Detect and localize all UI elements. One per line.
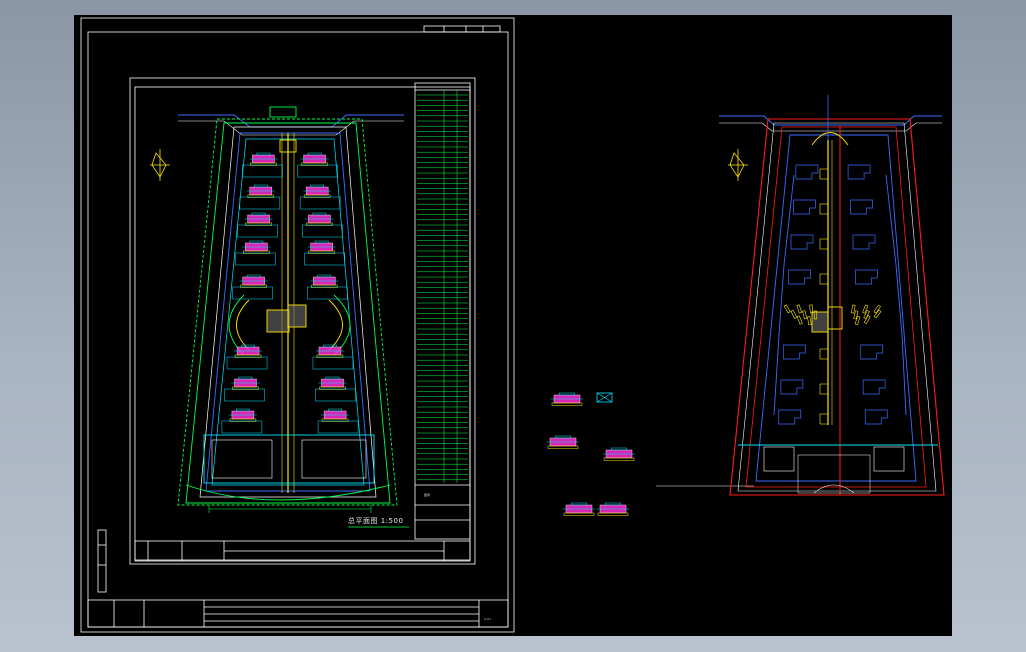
- building-unit: [300, 152, 329, 166]
- right-site-plan: [719, 95, 945, 496]
- path-node: [819, 168, 829, 180]
- building-unit: [228, 408, 257, 422]
- fan-mark: [807, 316, 812, 326]
- yard-outline: [304, 252, 345, 266]
- left-buildings: [221, 152, 359, 434]
- building-outline: [852, 234, 876, 250]
- left-site-plan: [177, 106, 404, 513]
- fan-mark: [850, 304, 856, 314]
- building-unit: [563, 502, 595, 516]
- building-outline: [847, 164, 871, 180]
- right-compass: [728, 149, 748, 181]
- building-unit: [231, 376, 260, 390]
- path-node: [819, 348, 829, 360]
- drawing-canvas[interactable]: [74, 15, 952, 636]
- building-unit: [551, 392, 583, 406]
- building-outline: [795, 164, 819, 180]
- building-outline: [855, 269, 878, 285]
- building-unit: [244, 212, 273, 226]
- path-node: [819, 203, 829, 215]
- building-outline: [782, 344, 806, 360]
- building-outline: [862, 379, 886, 395]
- schedule-table: [414, 82, 471, 540]
- fan-mark: [783, 304, 791, 314]
- yard-outline: [299, 196, 341, 210]
- building-unit: [321, 408, 350, 422]
- path-node: [819, 413, 829, 425]
- title-block: [87, 599, 509, 628]
- building-outline: [864, 409, 888, 425]
- left-compass: [150, 149, 170, 181]
- building-outline: [780, 379, 804, 395]
- building-outline: [860, 344, 884, 360]
- yard-outline: [317, 420, 359, 434]
- top-tag: [423, 25, 501, 33]
- cad-viewport[interactable]: 总平面图 1:500 图例 C-01: [74, 15, 952, 636]
- building-outline: [850, 199, 873, 215]
- building-unit: [597, 502, 629, 516]
- yard-outline: [297, 164, 338, 178]
- yard-outline: [239, 196, 281, 210]
- yard-outline: [302, 224, 343, 238]
- fan-mark: [863, 309, 870, 320]
- building-unit: [318, 376, 347, 390]
- unit-blocks: [547, 392, 635, 516]
- fan-mark: [796, 304, 803, 314]
- building-unit: [249, 152, 278, 166]
- path-node: [819, 383, 829, 395]
- building-outline: [793, 199, 816, 215]
- yard-outline: [237, 224, 278, 238]
- building-unit: [547, 435, 579, 449]
- building-outline: [790, 234, 814, 250]
- fan-mark: [863, 315, 871, 325]
- path-node: [819, 273, 829, 285]
- building-unit: [310, 274, 339, 288]
- yard-outline: [221, 420, 263, 434]
- schedule-rows: [417, 90, 468, 483]
- yard-outline: [226, 356, 268, 370]
- path-node: [819, 238, 829, 250]
- fan-mark: [796, 315, 803, 325]
- building-outline: [778, 409, 802, 425]
- building-unit: [246, 184, 275, 198]
- building-unit: [315, 344, 344, 358]
- fan-mark: [802, 310, 808, 320]
- yard-outline: [315, 388, 356, 402]
- fan-mark: [790, 309, 798, 319]
- yard-outline: [232, 286, 273, 300]
- yard-outline: [235, 252, 276, 266]
- fan-mark: [862, 304, 869, 314]
- building-outline: [788, 269, 811, 285]
- building-unit: [239, 274, 268, 288]
- right-buildings: [778, 164, 888, 425]
- building-unit: [305, 212, 334, 226]
- footer-code: C-01: [484, 617, 491, 621]
- yard-outline: [224, 388, 265, 402]
- yard-outline: [312, 356, 354, 370]
- scale-label: 总平面图 1:500: [348, 517, 404, 525]
- yard-outline: [242, 164, 283, 178]
- yard-outline: [307, 286, 348, 300]
- side-bar: [97, 529, 107, 593]
- building-unit: [307, 240, 336, 254]
- building-unit: [303, 184, 332, 198]
- building-unit: [234, 344, 263, 358]
- legend-title: 图例: [424, 493, 431, 497]
- fan-mark: [854, 315, 861, 326]
- building-unit: [242, 240, 271, 254]
- building-unit: [603, 447, 635, 461]
